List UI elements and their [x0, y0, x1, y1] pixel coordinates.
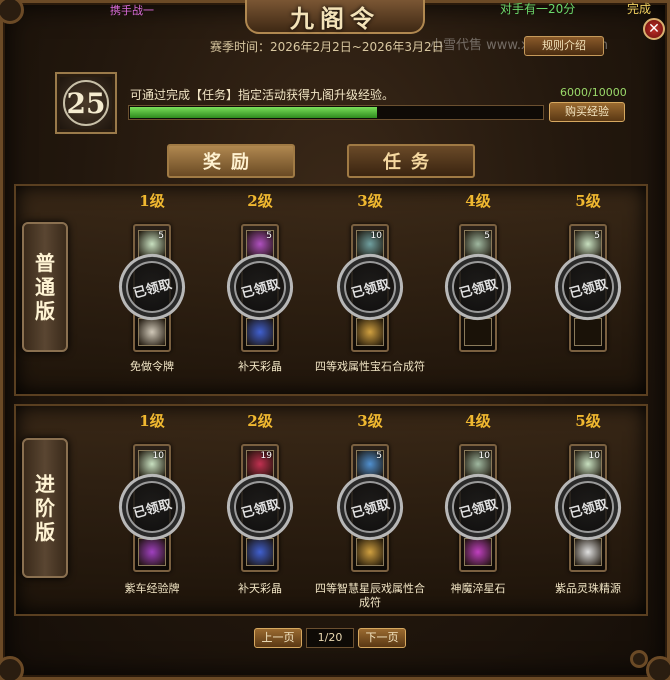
side-label-text: 进阶版: [35, 472, 55, 544]
reward-item-name: 四等戏属性宝石合成符: [315, 360, 425, 373]
progress-fill: [130, 107, 377, 118]
reward-item-icon[interactable]: [356, 318, 384, 346]
top-overlay-right: 对手有一20分: [500, 2, 576, 16]
progress-bar: [128, 105, 544, 120]
reward-item-icon[interactable]: [574, 318, 602, 346]
level-value: 25: [66, 86, 106, 120]
corner-ornament-inner: [630, 650, 648, 668]
next-page-button[interactable]: 下一页: [358, 628, 406, 648]
season-time: 赛季时间：2026年2月2日~2026年3月2日: [210, 40, 444, 54]
close-icon: ✕: [648, 21, 660, 37]
top-overlay-right2: 完成: [627, 2, 652, 16]
reward-item-icon[interactable]: [464, 318, 492, 346]
reward-item-name: 紫品灵珠精源: [555, 582, 621, 595]
tab-tasks[interactable]: 任务: [347, 144, 475, 178]
progress-description: 可通过完成【任务】指定活动获得九阁升级经验。: [130, 88, 395, 102]
window-title: 九阁令: [245, 0, 425, 34]
level-title: 4级: [465, 192, 491, 210]
level-badge: 25: [55, 72, 117, 134]
item-quantity: 5: [484, 231, 490, 241]
reward-item-name: 补天彩晶: [238, 582, 282, 595]
reward-item-name: 神魔淬星石: [450, 582, 506, 595]
side-label-char: 阶: [35, 496, 55, 520]
close-button[interactable]: ✕: [643, 18, 665, 40]
top-overlay-left: 携手战一: [110, 4, 154, 17]
level-title: 5级: [575, 412, 601, 430]
tab-rewards[interactable]: 奖励: [167, 144, 295, 178]
advanced-version-label: 进阶版: [22, 438, 68, 578]
side-label-text: 普通版: [35, 251, 55, 323]
prev-page-button[interactable]: 上一页: [254, 628, 302, 648]
level-title: 3级: [357, 192, 383, 210]
reward-item-icon[interactable]: [138, 538, 166, 566]
item-quantity: 5: [158, 231, 164, 241]
item-quantity: 5: [266, 231, 272, 241]
item-quantity: 10: [152, 451, 164, 461]
item-quantity: 10: [370, 231, 382, 241]
reward-item-name: 四等智慧星辰戏属性合成符: [315, 582, 425, 609]
level-title: 1级: [139, 412, 165, 430]
page-indicator: 1/20: [306, 628, 354, 648]
item-quantity: 5: [594, 231, 600, 241]
normal-version-label: 普通版: [22, 222, 68, 352]
rules-button[interactable]: 规则介绍: [524, 36, 604, 56]
corner-ornament-br: [646, 656, 670, 680]
level-title: 2级: [247, 192, 273, 210]
item-quantity: 19: [260, 451, 272, 461]
item-quantity: 5: [376, 451, 382, 461]
reward-item-icon[interactable]: [356, 538, 384, 566]
side-label-char: 通: [35, 275, 55, 299]
side-label-char: 版: [35, 299, 55, 323]
reward-item-name: 免做令牌: [130, 360, 174, 373]
item-quantity: 10: [478, 451, 490, 461]
reward-item-icon[interactable]: [138, 318, 166, 346]
reward-item-icon[interactable]: [246, 538, 274, 566]
reward-item-icon[interactable]: [464, 538, 492, 566]
reward-item-name: 补天彩晶: [238, 360, 282, 373]
level-title: 1级: [139, 192, 165, 210]
reward-item-icon[interactable]: [246, 318, 274, 346]
reward-item-name: 紫车经验牌: [124, 582, 180, 595]
progress-text: 6000/10000: [560, 86, 627, 99]
level-title: 4级: [465, 412, 491, 430]
reward-item-icon[interactable]: [574, 538, 602, 566]
level-title: 3级: [357, 412, 383, 430]
level-title: 2级: [247, 412, 273, 430]
side-label-char: 进: [35, 472, 55, 496]
item-quantity: 10: [588, 451, 600, 461]
side-label-char: 普: [35, 251, 55, 275]
buy-exp-button[interactable]: 购买经验: [549, 102, 625, 122]
level-title: 5级: [575, 192, 601, 210]
side-label-char: 版: [35, 520, 55, 544]
